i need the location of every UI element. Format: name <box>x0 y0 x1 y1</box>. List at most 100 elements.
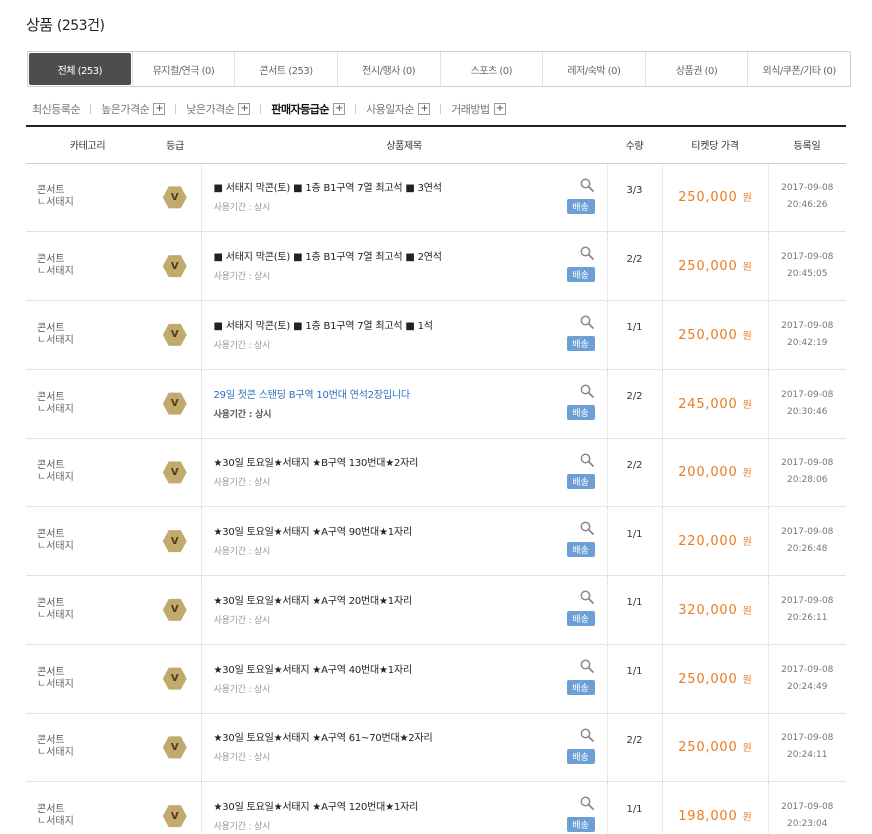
price-value: 220,000 <box>678 534 738 550</box>
search-icon[interactable] <box>580 453 594 467</box>
table-row[interactable]: 콘서트 ㄴ서태지 V ★30일 토요일★서태지 ★B구역 130번대★2자리 사… <box>26 438 846 508</box>
currency-unit: 원 <box>742 743 752 755</box>
price-value: 250,000 <box>678 671 738 687</box>
table-row[interactable]: 콘서트 ㄴ서태지 V ★30일 토요일★서태지 ★A구역 61~70번대★2자리… <box>26 713 846 783</box>
title-cell: ■ 서태지 막콘(토) ■ 1층 B1구역 7열 최고석 ■ 1석 사용기간 :… <box>200 300 607 370</box>
page-title: 상품 (253건) <box>26 14 105 35</box>
price-cell: 250,000 원 <box>661 163 768 233</box>
plus-icon[interactable]: + <box>493 103 506 115</box>
plus-icon[interactable]: + <box>333 103 346 115</box>
header-grade[interactable]: 등급 <box>149 125 201 164</box>
price-cell: 245,000 원 <box>661 369 768 439</box>
page-title-count: (253건) <box>56 18 105 34</box>
tab-musical[interactable]: 뮤지컬/연극 (0) <box>131 52 235 86</box>
header-category[interactable]: 카테고리 <box>26 125 149 164</box>
registered-time: 20:45:05 <box>787 269 828 280</box>
search-icon[interactable] <box>580 521 594 536</box>
seller-grade-badge: V <box>162 667 187 690</box>
tab-concert[interactable]: 콘서트 (253) <box>234 52 337 86</box>
title-cell: ■ 서태지 막콘(토) ■ 1층 B1구역 7열 최고석 ■ 2연석 사용기간 … <box>200 231 607 301</box>
subcategory-label: ㄴ서태지 <box>37 472 74 484</box>
header-price[interactable]: 티켓당 가격 <box>662 125 768 164</box>
sort-label: 낮은가격순 <box>186 103 235 116</box>
table-row[interactable]: 콘서트 ㄴ서태지 V ■ 서태지 막콘(토) ■ 1층 B1구역 7열 최고석 … <box>26 300 846 370</box>
table-row[interactable]: 콘서트 ㄴ서태지 V 29일 첫콘 스탠딩 B구역 10번대 연석2장입니다 사… <box>26 369 846 439</box>
table-row[interactable]: 콘서트 ㄴ서태지 V ★30일 토요일★서태지 ★A구역 20번대★1자리 사용… <box>26 575 846 645</box>
sort-use-date[interactable]: 사용일자순 + <box>366 101 431 117</box>
tab-exhibition[interactable]: 전시/행사 (0) <box>336 52 440 86</box>
subcategory-label: ㄴ서태지 <box>37 609 74 621</box>
sort-label: 판매자등급순 <box>271 103 330 116</box>
category-cell: 콘서트 ㄴ서태지 <box>26 300 149 370</box>
plus-icon[interactable]: + <box>238 103 251 115</box>
product-title-link[interactable]: ■ 서태지 막콘(토) ■ 1층 B1구역 7열 최고석 ■ 2연석 <box>214 248 607 263</box>
delivery-badge: 배송 <box>566 542 595 558</box>
table-row[interactable]: 콘서트 ㄴ서태지 V ★30일 토요일★서태지 ★A구역 120번대★1자리 사… <box>26 781 846 834</box>
sort-price-low[interactable]: 낮은가격순 + <box>186 101 251 117</box>
tab-etc[interactable]: 외식/쿠폰/기타 (0) <box>747 52 850 86</box>
plus-icon[interactable]: + <box>418 103 431 115</box>
table-row[interactable]: 콘서트 ㄴ서태지 V ★30일 토요일★서태지 ★A구역 40번대★1자리 사용… <box>26 644 846 714</box>
usage-period: 사용기간 : 상시 <box>213 203 271 214</box>
table-row[interactable]: 콘서트 ㄴ서태지 V ★30일 토요일★서태지 ★A구역 90번대★1자리 사용… <box>26 506 846 576</box>
subcategory-label: ㄴ서태지 <box>37 266 74 278</box>
title-cell: ■ 서태지 막콘(토) ■ 1층 B1구역 7열 최고석 ■ 3연석 사용기간 … <box>200 163 607 233</box>
table-row[interactable]: 콘서트 ㄴ서태지 V ■ 서태지 막콘(토) ■ 1층 B1구역 7열 최고석 … <box>26 163 846 233</box>
search-icon[interactable] <box>580 178 594 192</box>
category-tabs: 전체 (253) 뮤지컬/연극 (0) 콘서트 (253) 전시/행사 (0) … <box>27 51 851 87</box>
quantity-value: 1/1 <box>626 803 643 815</box>
price-value: 250,000 <box>678 259 738 275</box>
price-value: 245,000 <box>678 396 738 412</box>
search-icon[interactable] <box>580 796 594 811</box>
tab-sports[interactable]: 스포츠 (0) <box>439 52 543 86</box>
sort-latest[interactable]: 최신등록순 <box>32 101 81 117</box>
divider <box>90 104 92 114</box>
tab-leisure[interactable]: 레저/숙박 (0) <box>542 52 645 86</box>
product-title-link[interactable]: ★30일 토요일★서태지 ★A구역 61~70번대★2자리 <box>214 729 607 744</box>
registered-date: 2017-09-08 <box>781 252 834 263</box>
title-cell: ★30일 토요일★서태지 ★A구역 90번대★1자리 사용기간 : 상시 배송 <box>200 506 607 576</box>
grade-cell: V <box>149 644 201 714</box>
delivery-badge: 배송 <box>566 267 595 283</box>
search-icon[interactable] <box>580 384 594 398</box>
table-row[interactable]: 콘서트 ㄴ서태지 V ■ 서태지 막콘(토) ■ 1층 B1구역 7열 최고석 … <box>26 231 846 301</box>
header-date[interactable]: 등록일 <box>768 125 846 164</box>
grade-cell: V <box>149 438 201 508</box>
grade-cell: V <box>149 163 201 233</box>
grade-cell: V <box>149 506 201 576</box>
quantity-value: 2/2 <box>626 734 643 746</box>
search-icon[interactable] <box>580 590 594 604</box>
sort-seller-grade[interactable]: 판매자등급순 + <box>271 101 346 117</box>
price-value: 320,000 <box>678 602 738 618</box>
usage-period: 사용기간 : 상시 <box>213 822 271 833</box>
currency-unit: 원 <box>742 330 752 342</box>
usage-period: 사용기간 : 상시 <box>213 547 271 558</box>
product-title-link[interactable]: ■ 서태지 막콘(토) ■ 1층 B1구역 7열 최고석 ■ 1석 <box>214 317 607 332</box>
product-title-link[interactable]: ★30일 토요일★서태지 ★A구역 120번대★1자리 <box>214 798 607 813</box>
search-icon[interactable] <box>580 728 594 742</box>
product-title-link[interactable]: ■ 서태지 막콘(토) ■ 1층 B1구역 7열 최고석 ■ 3연석 <box>214 179 607 194</box>
quantity-cell: 2/2 <box>606 713 662 783</box>
date-cell: 2017-09-08 20:30:46 <box>767 369 846 439</box>
plus-icon[interactable]: + <box>153 103 166 115</box>
header-qty[interactable]: 수량 <box>607 125 662 164</box>
product-title-link[interactable]: 29일 첫콘 스탠딩 B구역 10번대 연석2장입니다 <box>214 386 607 401</box>
tab-all[interactable]: 전체 (253) <box>29 53 131 85</box>
product-title-link[interactable]: ★30일 토요일★서태지 ★A구역 40번대★1자리 <box>214 661 607 676</box>
category-cell: 콘서트 ㄴ서태지 <box>26 575 149 645</box>
search-icon[interactable] <box>580 315 594 329</box>
sort-trade-method[interactable]: 거래방법 + <box>451 101 506 117</box>
category-cell: 콘서트 ㄴ서태지 <box>26 369 149 439</box>
registered-date: 2017-09-08 <box>781 527 834 538</box>
header-title[interactable]: 상품제목 <box>201 125 607 164</box>
product-title-link[interactable]: ★30일 토요일★서태지 ★B구역 130번대★2자리 <box>214 454 607 469</box>
sort-price-high[interactable]: 높은가격순 + <box>101 101 166 117</box>
product-title-link[interactable]: ★30일 토요일★서태지 ★A구역 90번대★1자리 <box>214 523 607 538</box>
delivery-badge: 배송 <box>566 817 595 833</box>
price-value: 200,000 <box>678 465 738 481</box>
tab-giftcard[interactable]: 상품권 (0) <box>644 52 748 86</box>
grade-cell: V <box>149 231 201 301</box>
search-icon[interactable] <box>580 246 594 261</box>
search-icon[interactable] <box>580 659 594 673</box>
product-title-link[interactable]: ★30일 토요일★서태지 ★A구역 20번대★1자리 <box>214 592 607 607</box>
